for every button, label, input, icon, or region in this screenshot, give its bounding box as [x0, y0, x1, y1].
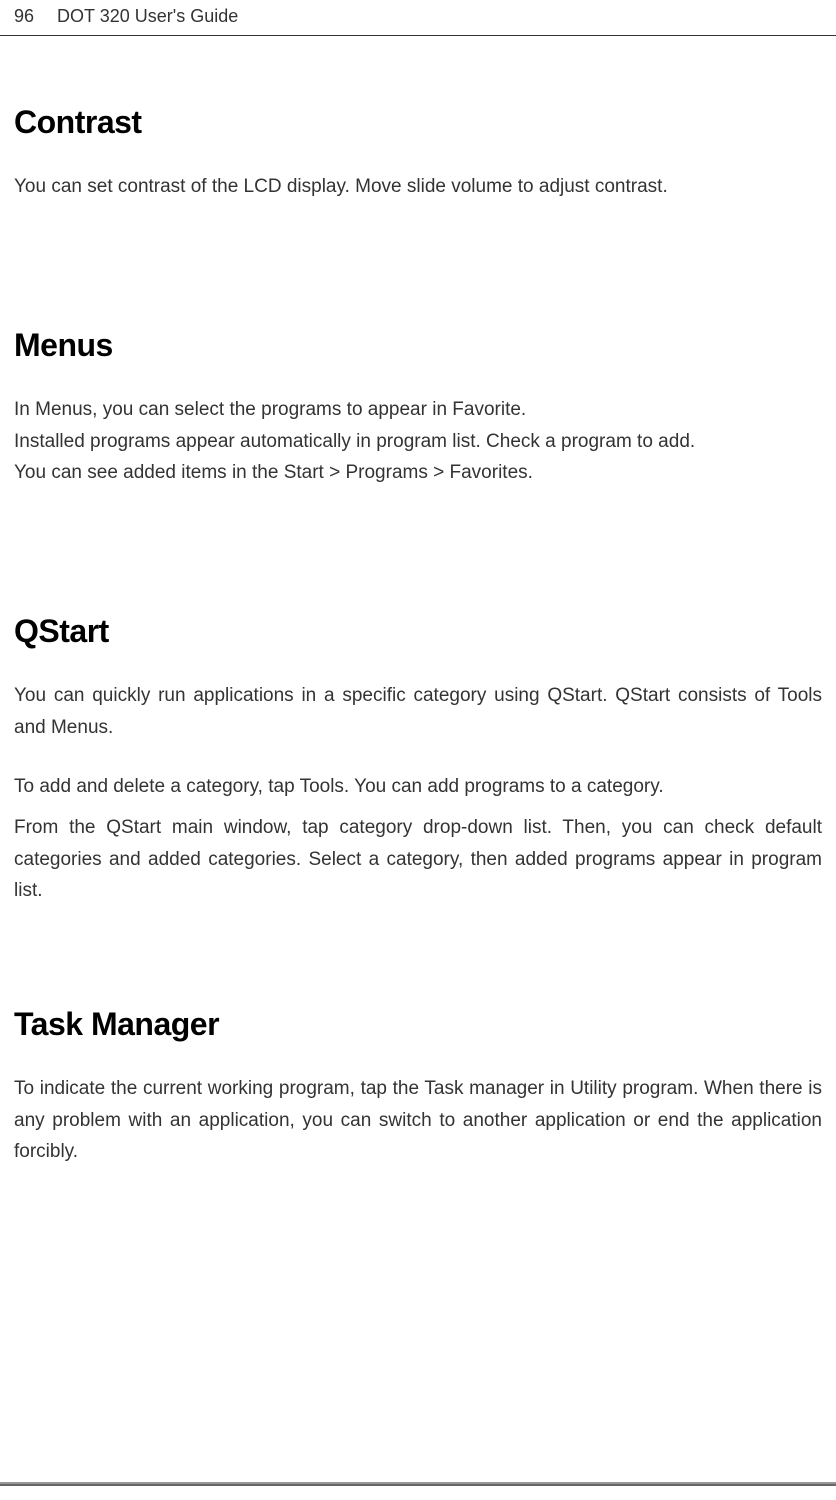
footer-divider: [0, 1482, 836, 1486]
header-title: DOT 320 User's Guide: [57, 6, 238, 26]
qstart-para1: You can quickly run applications in a sp…: [14, 680, 822, 743]
section-contrast: Contrast You can set contrast of the LCD…: [14, 104, 822, 202]
section-title-taskmanager: Task Manager: [14, 1006, 822, 1043]
menus-line3: You can see added items in the Start > P…: [14, 457, 822, 488]
menus-line1: In Menus, you can select the programs to…: [14, 394, 822, 425]
section-qstart: QStart You can quickly run applications …: [14, 613, 822, 906]
section-menus: Menus In Menus, you can select the progr…: [14, 327, 822, 488]
contrast-body: You can set contrast of the LCD display.…: [14, 171, 822, 202]
section-title-menus: Menus: [14, 327, 822, 364]
section-title-qstart: QStart: [14, 613, 822, 650]
taskmanager-body: To indicate the current working program,…: [14, 1073, 822, 1167]
qstart-para3: From the QStart main window, tap categor…: [14, 812, 822, 906]
menus-line2: Installed programs appear automatically …: [14, 426, 822, 457]
page-header: 96 DOT 320 User's Guide: [0, 0, 836, 36]
qstart-para2: To add and delete a category, tap Tools.…: [14, 771, 822, 802]
page-number: 96: [14, 6, 34, 26]
page-content: Contrast You can set contrast of the LCD…: [0, 104, 836, 1167]
section-title-contrast: Contrast: [14, 104, 822, 141]
section-taskmanager: Task Manager To indicate the current wor…: [14, 1006, 822, 1167]
